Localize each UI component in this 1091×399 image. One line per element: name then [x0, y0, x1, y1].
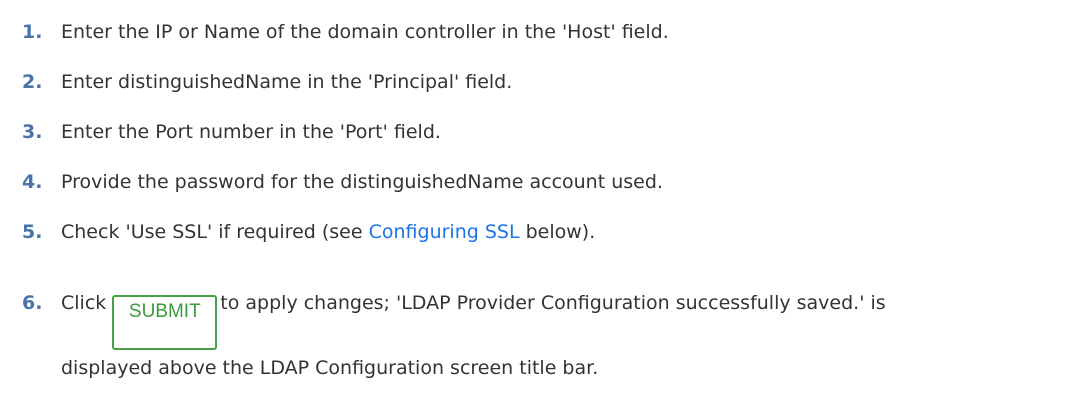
step-number: 1.: [22, 21, 43, 43]
step-text: Enter distinguishedName in the 'Principa…: [61, 71, 513, 93]
step-number: 5.: [22, 221, 43, 243]
step-text: Provide the password for the distinguish…: [61, 171, 663, 193]
step-text: Click SUBMIT to apply changes; 'LDAP Provi…: [61, 285, 1071, 387]
step-text-line2: displayed above the LDAP Configuration s…: [61, 357, 599, 379]
configuring-ssl-link[interactable]: Configuring SSL: [369, 221, 520, 243]
step-number: 3.: [22, 121, 43, 143]
submit-button[interactable]: SUBMIT: [112, 295, 218, 350]
step-text: Check 'Use SSL' if required (see Configu…: [61, 214, 595, 251]
step-number: 4.: [22, 171, 43, 193]
step-number: 2.: [22, 71, 43, 93]
step-text-after: below).: [519, 221, 596, 243]
step-text-before: Click: [61, 292, 107, 314]
step-text-before: Check 'Use SSL' if required (see: [61, 221, 369, 243]
step-text: Enter the IP or Name of the domain contr…: [61, 21, 669, 43]
step-text-after: to apply changes; 'LDAP Provider Configu…: [220, 292, 886, 314]
step-number: 6.: [22, 292, 43, 314]
step-text: Enter the Port number in the 'Port' fiel…: [61, 121, 441, 143]
